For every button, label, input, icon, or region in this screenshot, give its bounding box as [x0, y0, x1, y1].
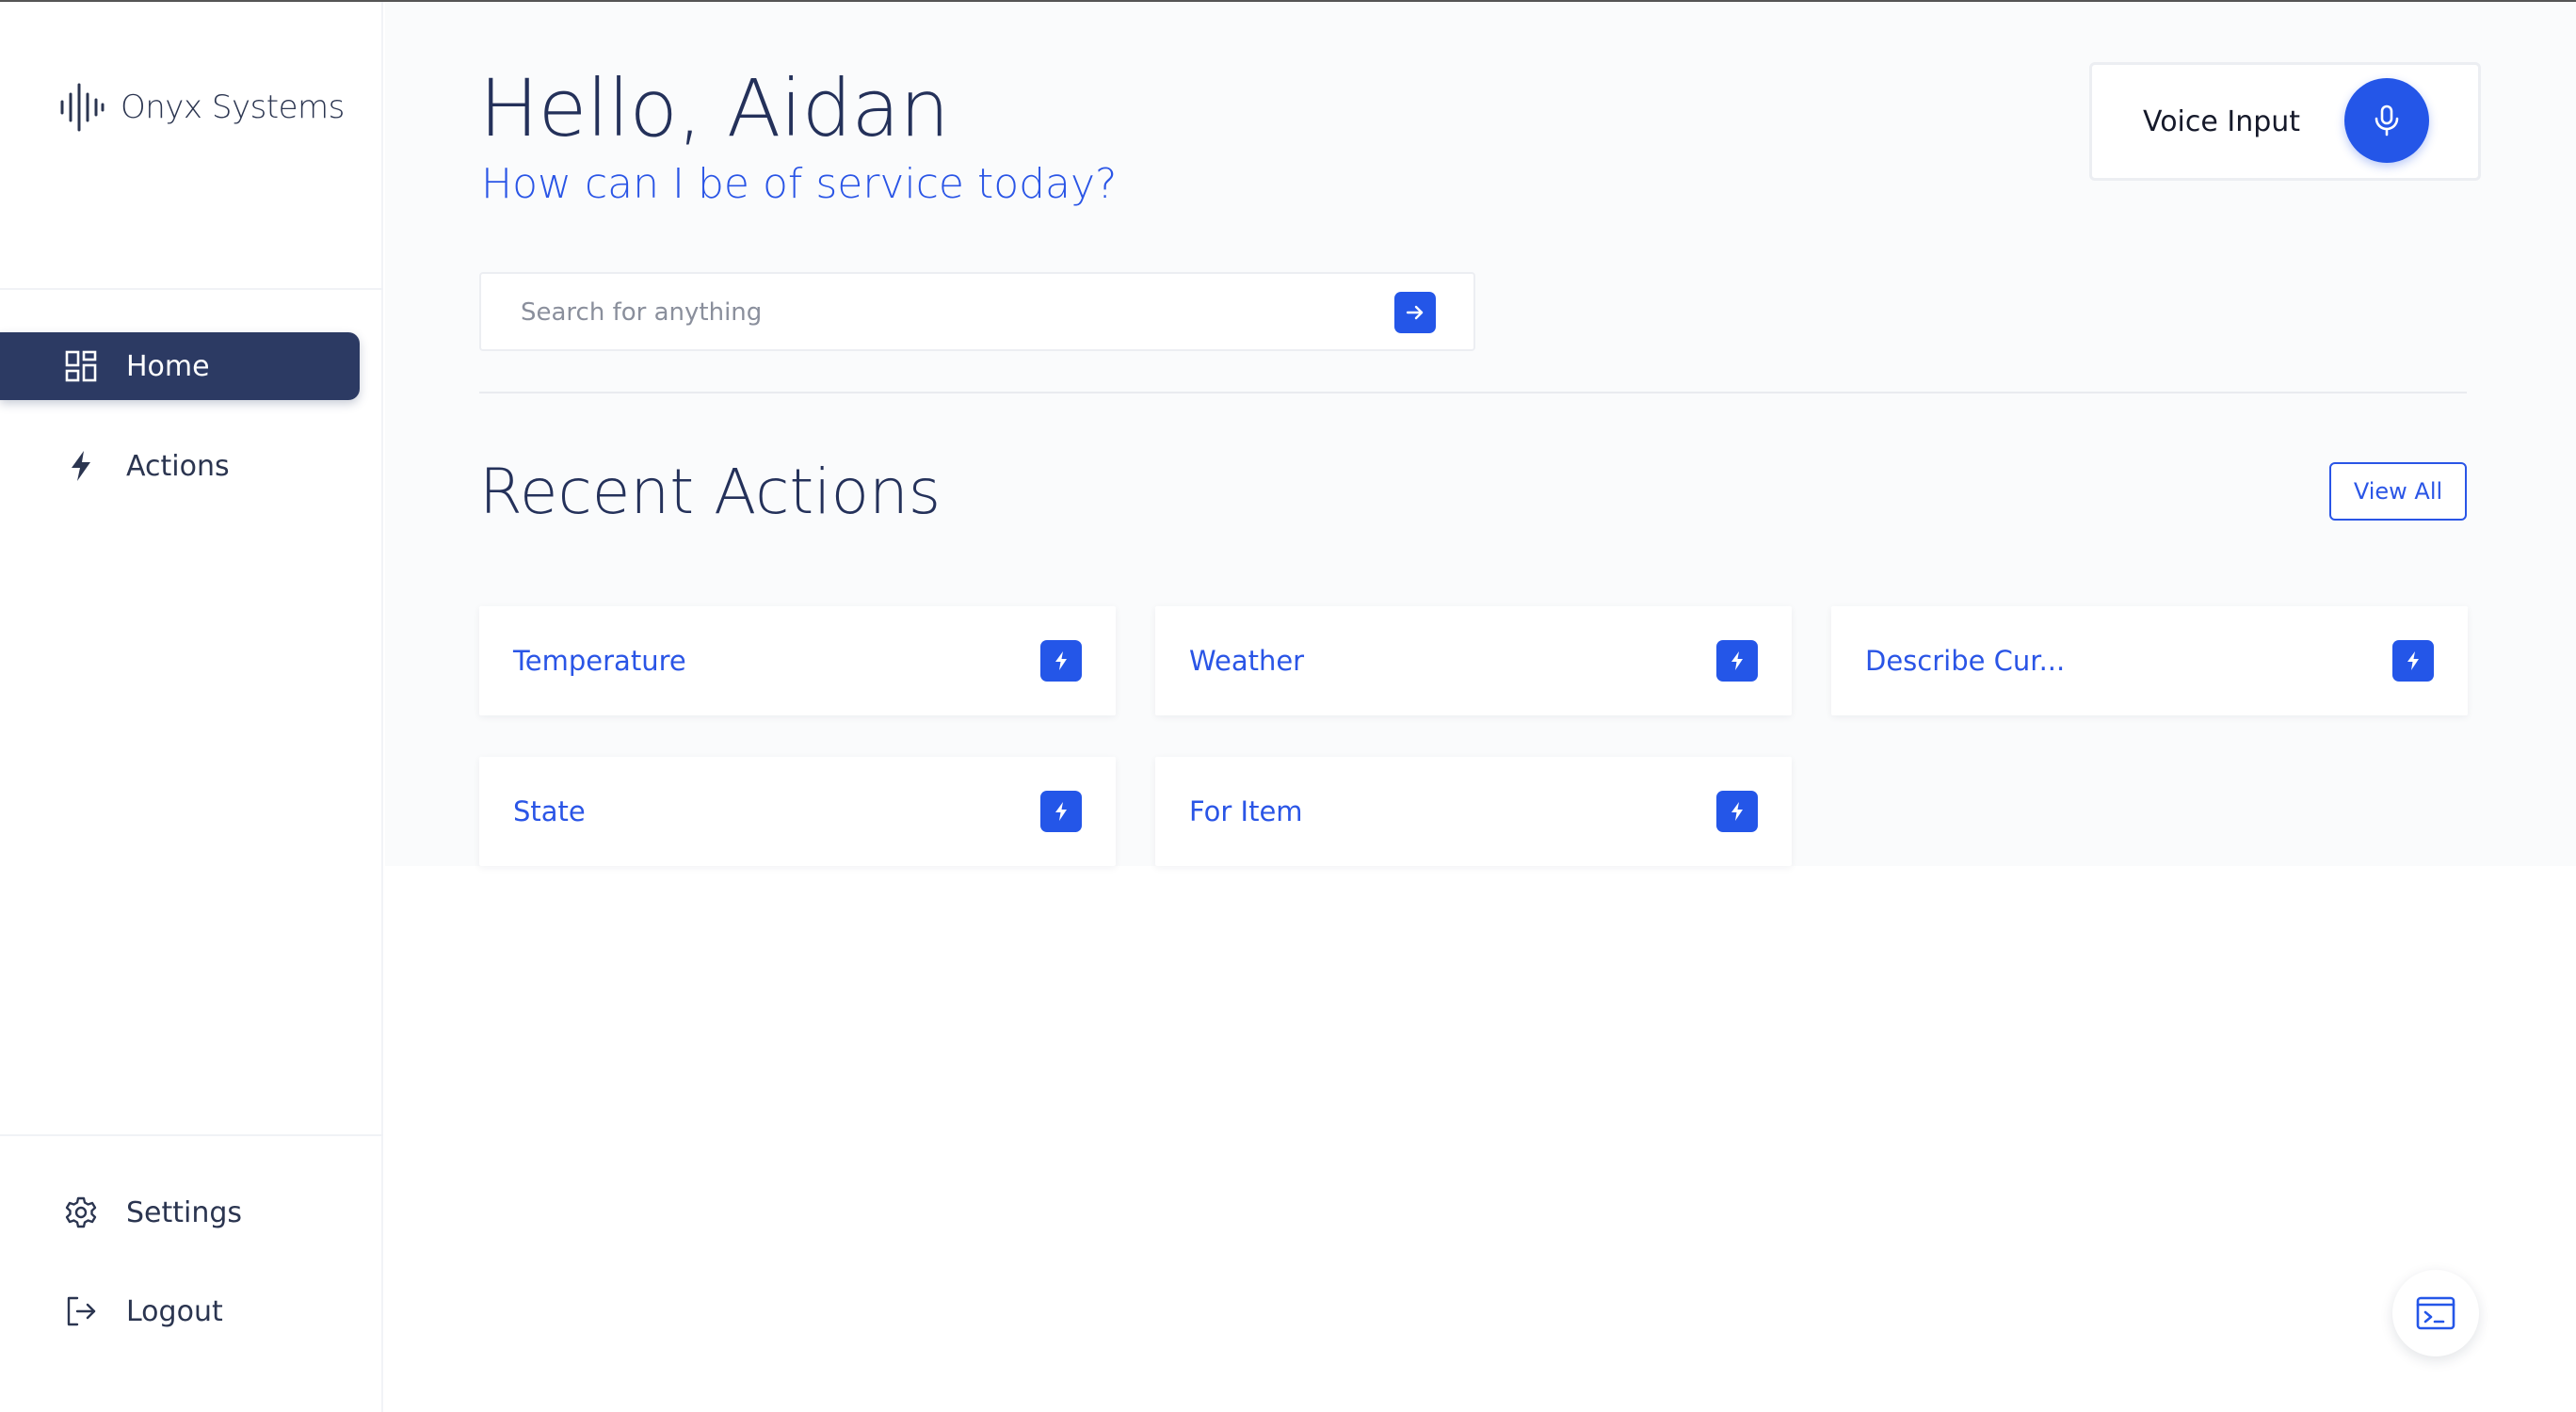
lightning-icon [62, 447, 100, 485]
gear-icon [62, 1194, 100, 1231]
voice-input-button[interactable] [2344, 78, 2429, 163]
action-card-weather[interactable]: Weather [1155, 606, 1792, 715]
page-title: Hello, Aidan [479, 62, 950, 154]
view-all-button[interactable]: View All [2329, 462, 2467, 521]
section-divider [479, 392, 2467, 393]
sidebar-item-label: Actions [126, 449, 230, 483]
brand-logo[interactable]: Onyx Systems [58, 81, 345, 134]
action-card-for-item[interactable]: For Item [1155, 757, 1792, 866]
sidebar-item-home[interactable]: Home [0, 332, 360, 400]
action-card-label: For Item [1189, 795, 1303, 827]
lightning-icon[interactable] [1040, 640, 1082, 682]
action-card-describe[interactable]: Describe Cur... [1831, 606, 2468, 715]
action-card-label: State [513, 795, 586, 827]
sidebar-item-label: Home [126, 349, 210, 383]
arrow-right-icon [1406, 305, 1424, 320]
grid-icon [62, 347, 100, 385]
microphone-icon [2375, 104, 2399, 136]
brand-name: Onyx Systems [121, 88, 345, 126]
main-content: Hello, Aidan How can I be of service tod… [385, 2, 2576, 866]
action-card-label: Describe Cur... [1865, 645, 2066, 677]
lightning-icon[interactable] [1716, 791, 1758, 832]
action-card-label: Temperature [513, 645, 686, 677]
terminal-button[interactable] [2392, 1270, 2479, 1356]
search-input[interactable] [521, 291, 1368, 334]
voice-input-label: Voice Input [2143, 104, 2301, 138]
action-card-state[interactable]: State [479, 757, 1116, 866]
terminal-icon [2416, 1296, 2455, 1330]
logout-icon [62, 1292, 100, 1330]
sidebar: Onyx Systems Home Actions Settings Logou… [0, 2, 383, 1412]
action-card-label: Weather [1189, 645, 1305, 677]
sidebar-item-settings[interactable]: Settings [0, 1179, 360, 1246]
search-submit-button[interactable] [1394, 292, 1436, 333]
lightning-icon[interactable] [1716, 640, 1758, 682]
lightning-icon[interactable] [2392, 640, 2434, 682]
sidebar-item-label: Logout [126, 1294, 223, 1328]
sidebar-divider [0, 1134, 383, 1136]
app-window: Onyx Systems Home Actions Settings Logou… [0, 0, 2576, 1412]
page-subtitle: How can I be of service today? [481, 160, 1118, 208]
sidebar-item-actions[interactable]: Actions [0, 432, 360, 500]
lightning-icon[interactable] [1040, 791, 1082, 832]
action-card-temperature[interactable]: Temperature [479, 606, 1116, 715]
recent-actions-title: Recent Actions [479, 456, 942, 528]
sidebar-item-logout[interactable]: Logout [0, 1277, 360, 1345]
soundwave-icon [60, 83, 105, 132]
search-bar [479, 272, 1475, 351]
voice-input-card[interactable]: Voice Input [2089, 62, 2481, 181]
sidebar-item-label: Settings [126, 1195, 243, 1229]
sidebar-divider [0, 288, 383, 290]
